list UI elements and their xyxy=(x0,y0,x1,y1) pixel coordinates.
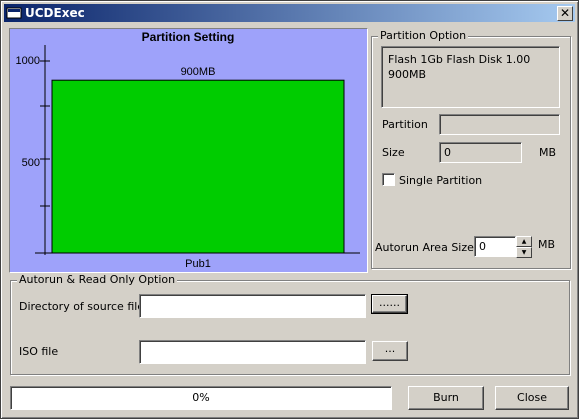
iso-file-input[interactable] xyxy=(139,340,366,364)
partition-label: Partition xyxy=(382,118,428,131)
bar-pub1 xyxy=(51,79,345,254)
chart-canvas: Partition Setting 1000 500 900MB Pub1 xyxy=(16,30,360,270)
device-info-line1: Flash 1Gb Flash Disk 1.00 xyxy=(388,53,531,66)
x-category-label: Pub1 xyxy=(185,258,211,270)
autorun-unit: MB xyxy=(538,238,556,251)
progress-bar: 0% xyxy=(10,386,392,410)
partition-field[interactable] xyxy=(439,114,560,135)
source-dir-input[interactable] xyxy=(139,294,366,318)
window-title: UCDExec xyxy=(25,6,85,20)
close-button[interactable]: Close xyxy=(495,386,569,410)
spin-up-icon[interactable]: ▲ xyxy=(516,236,532,247)
y-tick-label-500: 500 xyxy=(22,157,40,169)
browse-iso-button[interactable]: ... xyxy=(372,341,408,361)
main-window: UCDExec ✕ Partition Setting 1000 500 900… xyxy=(0,0,579,419)
size-value: 0 xyxy=(444,146,451,159)
close-window-button[interactable]: ✕ xyxy=(557,6,573,21)
spin-down-icon[interactable]: ▼ xyxy=(516,247,532,258)
y-tick-label-1000: 1000 xyxy=(16,55,40,67)
progress-text: 0% xyxy=(192,391,210,404)
partition-option-legend: Partition Option xyxy=(378,29,469,42)
device-info-box: Flash 1Gb Flash Disk 1.00 900MB xyxy=(381,46,560,108)
source-dir-label: Directory of source file xyxy=(19,300,145,313)
size-label: Size xyxy=(382,146,405,159)
size-unit: MB xyxy=(539,146,557,159)
autorun-size-value: 0 xyxy=(479,240,486,253)
chart-title: Partition Setting xyxy=(142,30,235,44)
single-partition-label: Single Partition xyxy=(399,174,483,187)
partition-chart: Partition Setting 1000 500 900MB Pub1 xyxy=(9,28,368,273)
autorun-size-spinner[interactable]: ▲ ▼ xyxy=(516,236,532,258)
burn-button[interactable]: Burn xyxy=(408,386,484,410)
app-icon xyxy=(6,7,22,19)
autorun-option-legend: Autorun & Read Only Option xyxy=(17,273,178,286)
size-field[interactable]: 0 xyxy=(439,142,522,163)
autorun-size-input[interactable]: 0 xyxy=(474,236,516,257)
device-info-line2: 900MB xyxy=(388,68,427,81)
single-partition-checkbox[interactable] xyxy=(382,173,395,186)
autorun-area-label: Autorun Area Size : xyxy=(375,241,482,254)
title-bar[interactable]: UCDExec ✕ xyxy=(4,4,575,22)
bar-data-label: 900MB xyxy=(181,66,216,78)
browse-source-button[interactable]: ...... xyxy=(371,294,408,314)
iso-file-label: ISO file xyxy=(19,345,59,358)
